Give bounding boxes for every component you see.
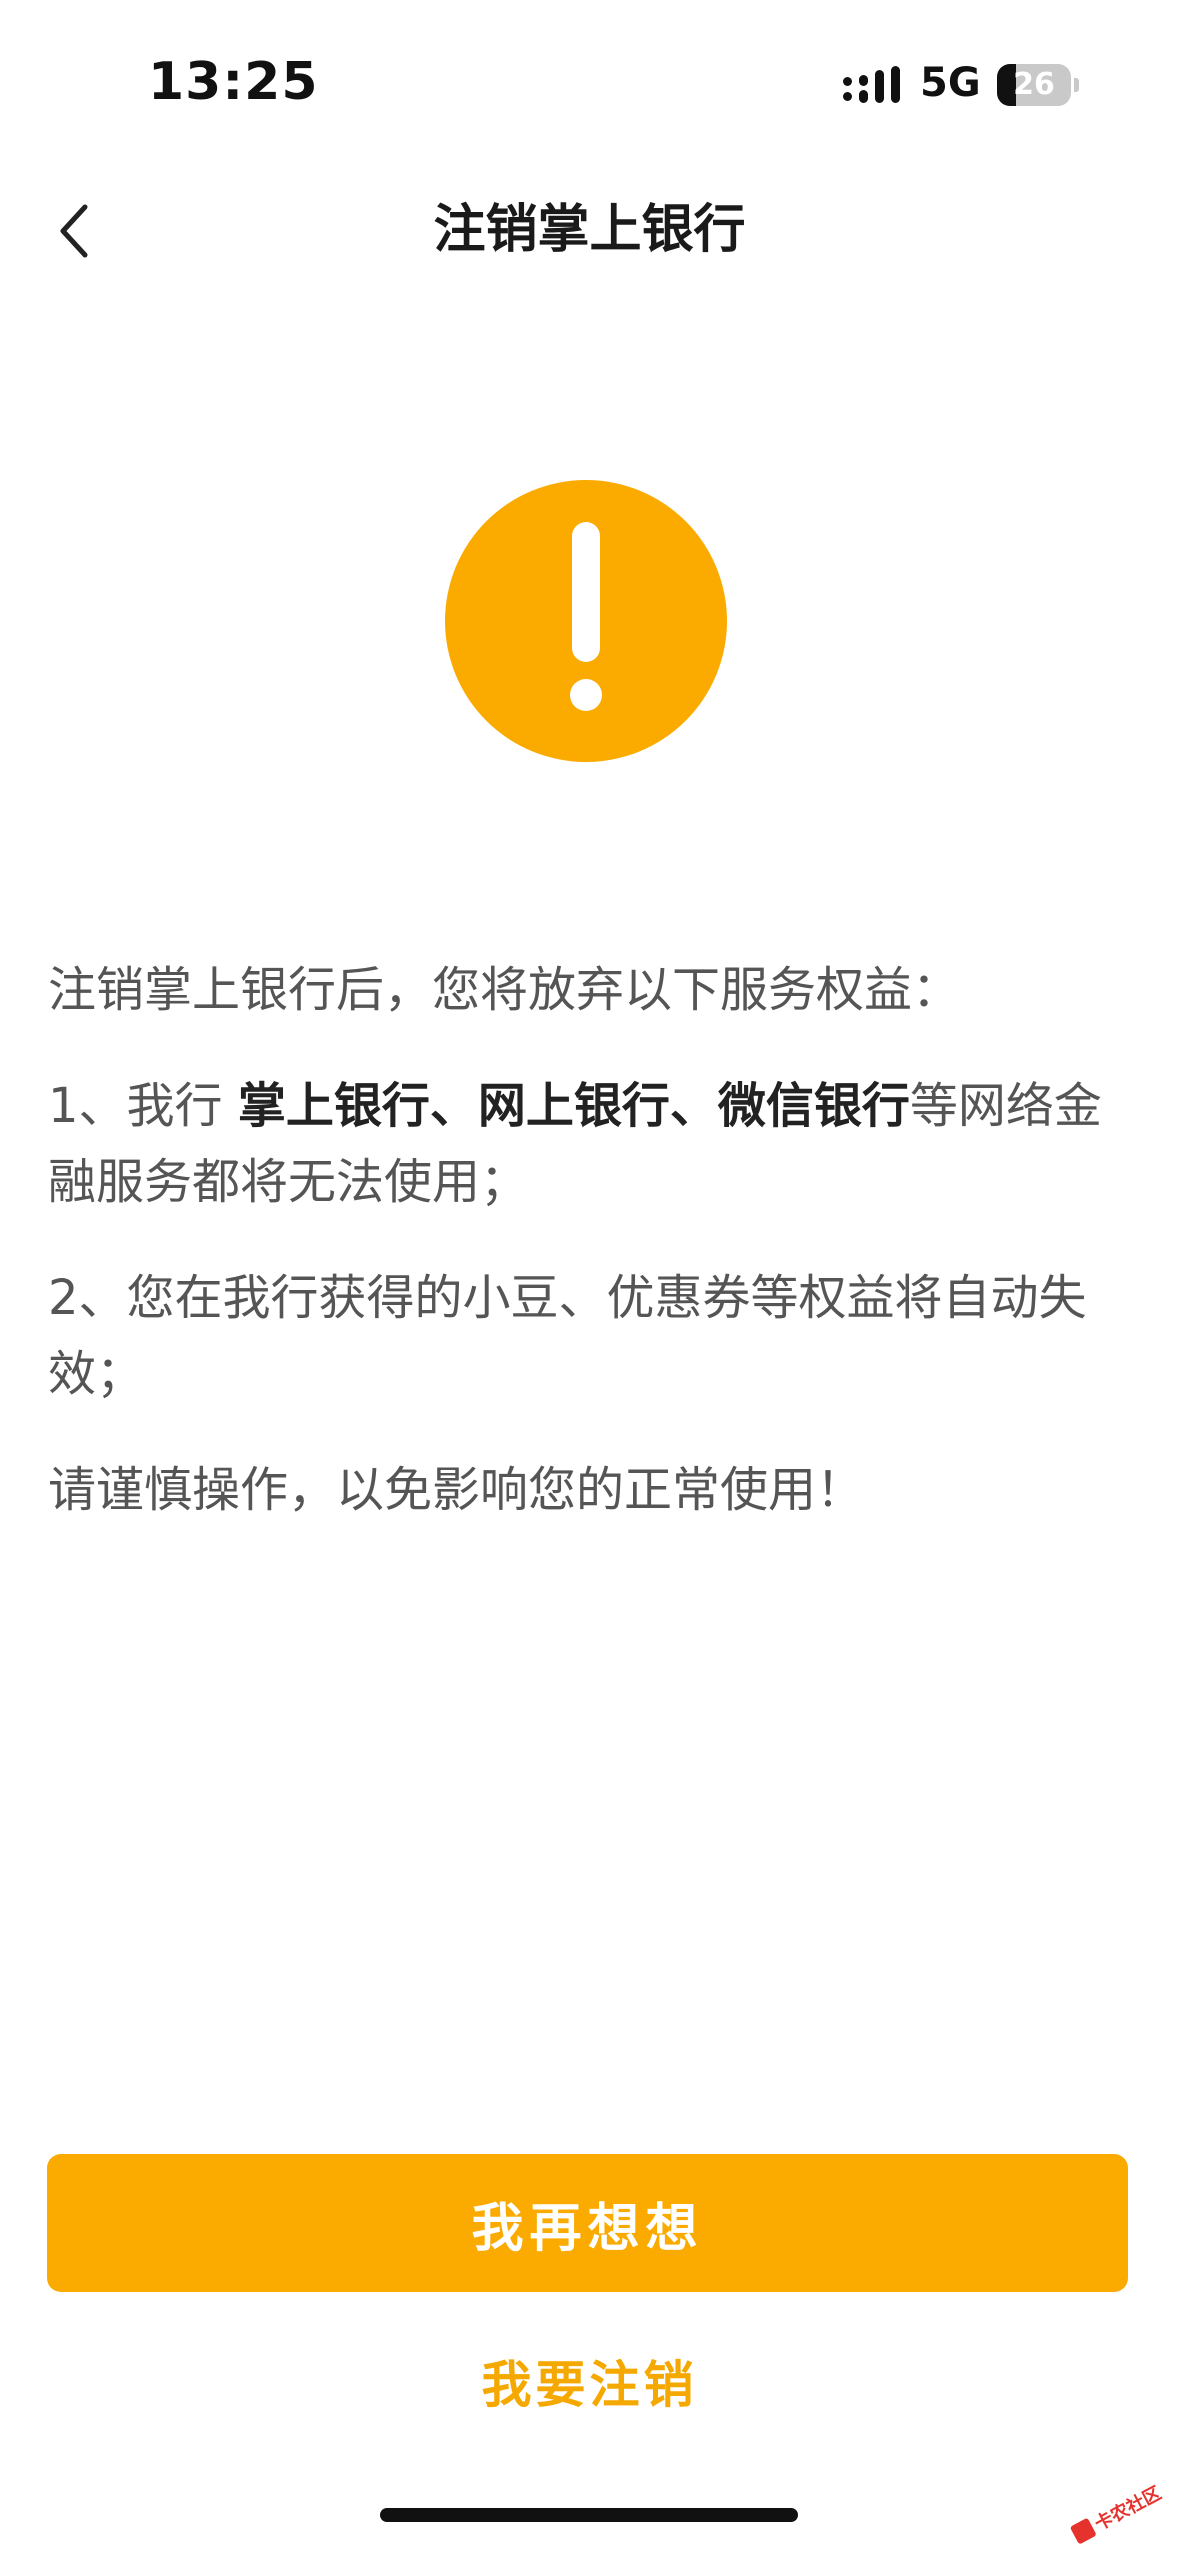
battery-body: 26 [997,64,1071,106]
status-bar: 13:25 5G 26 [0,0,1179,170]
home-indicator[interactable] [380,2508,798,2522]
watermark-logo-icon [1069,2517,1097,2545]
status-time: 13:25 [148,52,319,112]
nav-bar: 注销掌上银行 [0,170,1179,290]
battery-level: 26 [1013,67,1055,102]
exclamation-circle-icon [445,480,727,762]
watermark-text: 卡农社区 [1091,2482,1165,2536]
intro-text: 注销掌上银行后，您将放弃以下服务权益： [48,962,961,1018]
caution-text: 请谨慎操作，以免影响您的正常使用！ [48,1462,865,1518]
battery-tip [1074,78,1079,92]
battery-icon: 26 [997,64,1079,106]
signal-icon [843,66,900,103]
list-item-2: 2、您在我行获得的小豆、优惠券等权益将自动失效； [48,1270,1087,1402]
reconsider-button[interactable]: 我再想想 [47,2154,1128,2292]
watermark: 卡农社区 [1060,2458,1179,2556]
page-title: 注销掌上银行 [433,200,746,260]
confirm-cancel-link[interactable]: 我要注销 [0,2340,1179,2430]
network-label: 5G [920,60,981,106]
item1-prefix: 1、我行 [48,1078,238,1134]
screen: 13:25 5G 26 注销掌上银行 注销掌上银行后，您将放弃以下服务权益： 1… [0,0,1179,2556]
notice-content: 注销掌上银行后，您将放弃以下服务权益： 1、我行 掌上银行、网上银行、微信银行等… [48,952,1138,1568]
item1-strong: 掌上银行、网上银行、微信银行 [237,1078,910,1134]
list-item-1: 1、我行 掌上银行、网上银行、微信银行等网络金融服务都将无法使用； [48,1068,1138,1220]
back-button[interactable] [30,186,120,276]
chevron-left-icon [60,204,88,258]
